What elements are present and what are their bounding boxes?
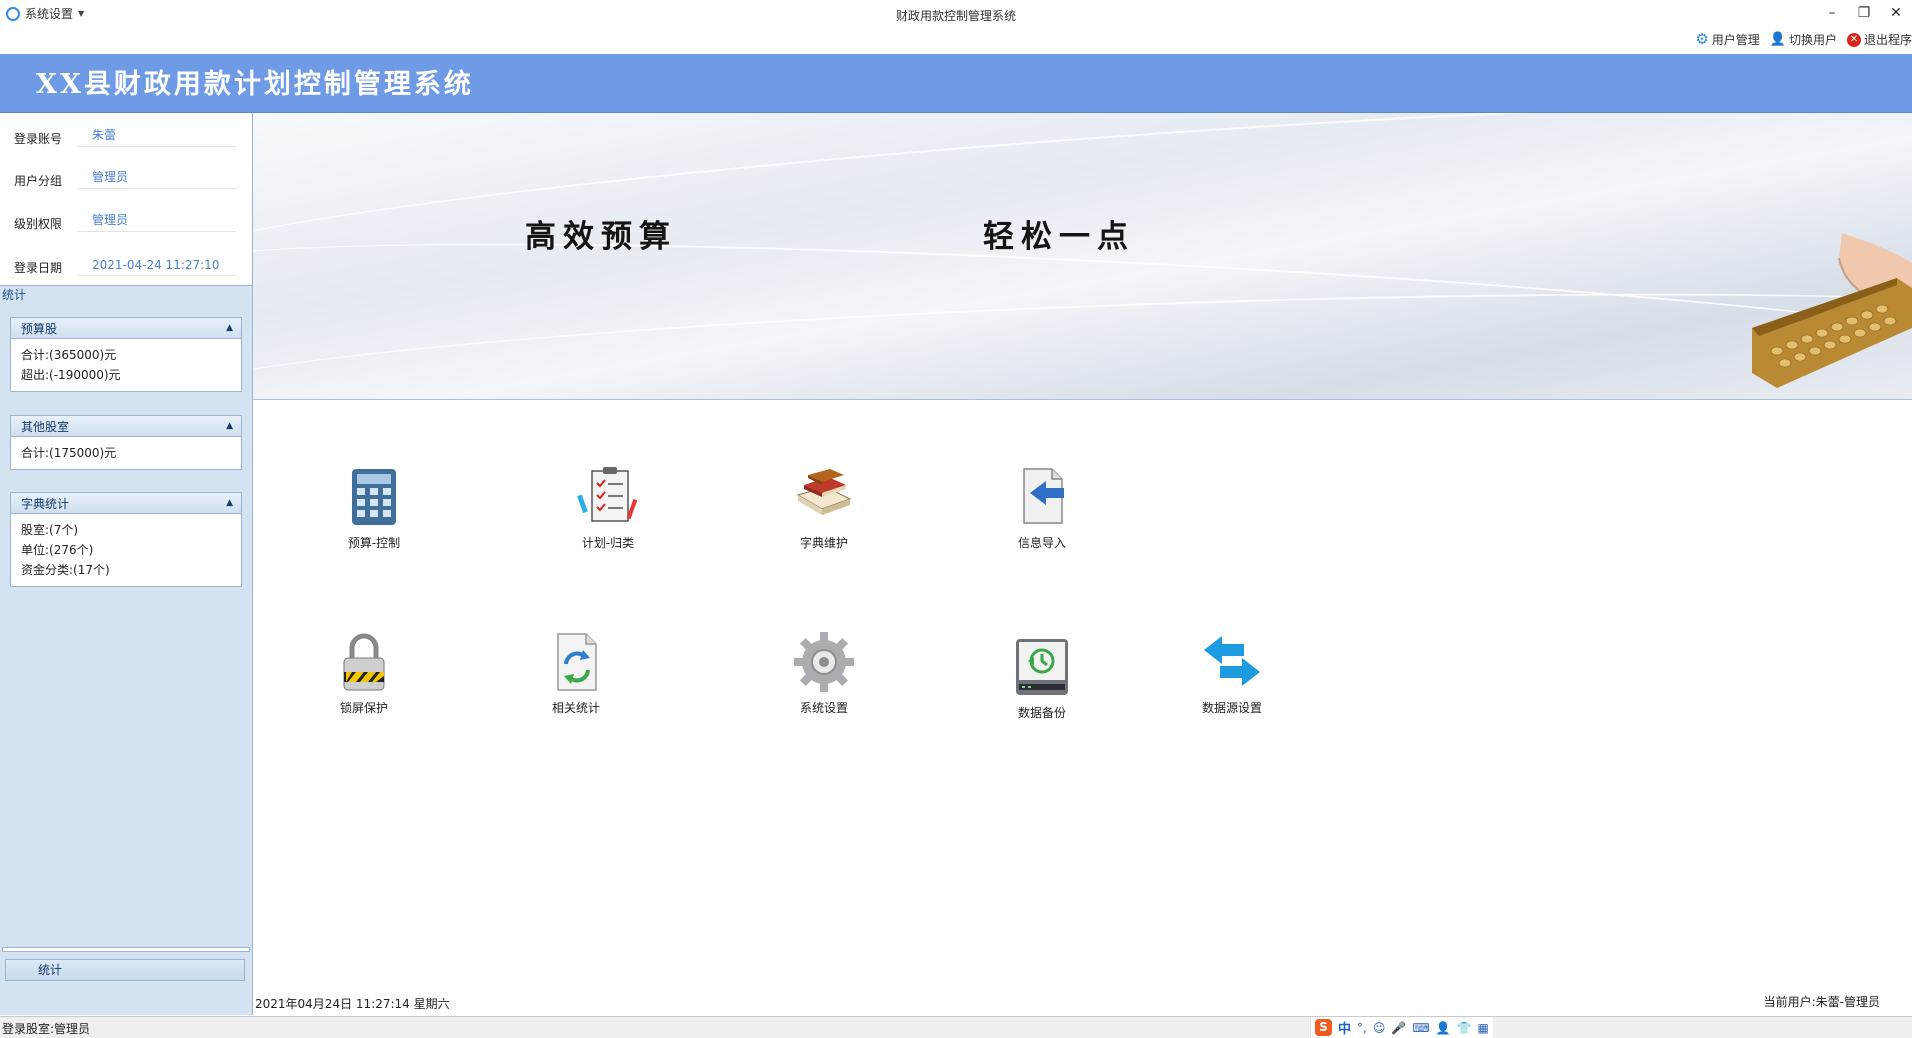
panel-divider: [2, 947, 250, 952]
stats-line: 合计:(175000)元: [21, 446, 117, 460]
account-row: 登录账号 朱蕾: [14, 119, 236, 147]
gear-icon: ⚙: [1695, 30, 1709, 48]
settings-gear-icon: [794, 632, 854, 692]
stats-line: 资金分类:(17个): [21, 563, 110, 577]
related-stats-tile[interactable]: 相关统计: [516, 630, 636, 716]
stats-group-budget: 预算股 ▲ 合计:(365000)元 超出:(-190000)元: [10, 317, 242, 392]
punctuation-icon[interactable]: °,: [1357, 1021, 1367, 1035]
stats-button[interactable]: 统计: [5, 959, 245, 981]
login-dept: 登录股室:管理员: [2, 1022, 91, 1036]
user-icon[interactable]: 👤: [1436, 1021, 1451, 1035]
minimize-button[interactable]: –: [1816, 0, 1848, 26]
level-value: 管理员: [78, 211, 236, 232]
top-links: ⚙ 用户管理 👤 切换用户 ✕ 退出程序: [1695, 31, 1912, 48]
login-date-row: 登录日期 2021-04-24 11:27:10: [14, 248, 236, 276]
collapse-icon[interactable]: ▲: [226, 498, 233, 508]
stats-group-header[interactable]: 字典统计 ▲: [11, 493, 241, 514]
level-label: 级别权限: [14, 217, 63, 231]
slogan-right: 轻松一点: [983, 219, 1135, 255]
app-title: XX县财政用款计划控制管理系统: [36, 69, 474, 100]
user-management-link[interactable]: ⚙ 用户管理: [1695, 31, 1759, 48]
title-bar: 系统设置 ▼ 财政用款控制管理系统 – ❐ ✕: [0, 0, 1912, 28]
stats-tab[interactable]: 统计: [0, 286, 26, 303]
calculator-icon: [352, 469, 396, 525]
collapse-icon[interactable]: ▲: [226, 323, 233, 333]
close-button[interactable]: ✕: [1880, 0, 1912, 26]
datasource-settings-tile[interactable]: 数据源设置: [1172, 630, 1292, 716]
stats-group-other-dept: 其他股室 ▲ 合计:(175000)元: [10, 415, 242, 470]
data-backup-tile[interactable]: 数据备份: [982, 635, 1102, 721]
import-document-icon: [1023, 468, 1064, 524]
account-value: 朱蕾: [78, 126, 236, 147]
user-info-panel: 登录账号 朱蕾 用户分组 管理员 级别权限 管理员 登录日期 2021-04-2…: [0, 113, 252, 286]
budget-control-label: 预算-控制: [347, 536, 401, 550]
slogan-left: 高效预算: [525, 219, 677, 255]
abacus-hand-icon: [1752, 233, 1912, 388]
data-backup-label: 数据备份: [1017, 706, 1066, 720]
stats-group-title: 其他股室: [21, 419, 70, 434]
current-user: 当前用户:朱蕾-管理员: [1763, 995, 1880, 1009]
login-date-label: 登录日期: [14, 261, 63, 275]
microphone-icon[interactable]: 🎤: [1391, 1021, 1406, 1035]
exit-program-label: 退出程序: [1863, 33, 1912, 47]
stats-group-dictionary: 字典统计 ▲ 股室:(7个) 单位:(276个) 资金分类:(17个): [10, 492, 242, 587]
grid-menu-icon[interactable]: ▦: [1478, 1021, 1489, 1035]
stats-line: 超出:(-190000)元: [21, 368, 121, 382]
switch-user-link[interactable]: 👤 切换用户: [1770, 31, 1837, 48]
stats-group-title: 字典统计: [21, 496, 70, 511]
sogou-ime-icon[interactable]: S: [1315, 1019, 1332, 1036]
system-settings-tile[interactable]: 系统设置: [764, 630, 884, 716]
info-import-tile[interactable]: 信息导入: [982, 465, 1102, 551]
stats-line: 合计:(365000)元: [21, 348, 117, 362]
lock-screen-label: 锁屏保护: [339, 701, 388, 715]
restore-button[interactable]: ❐: [1848, 0, 1880, 26]
current-datetime: 2021年04月24日 11:27:14 星期六: [255, 997, 450, 1011]
group-row: 用户分组 管理员: [14, 161, 236, 189]
group-value: 管理员: [78, 168, 236, 189]
login-date-value: 2021-04-24 11:27:10: [78, 258, 236, 276]
left-panel: 登录账号 朱蕾 用户分组 管理员 级别权限 管理员 登录日期 2021-04-2…: [0, 113, 253, 1015]
checklist-icon: [577, 467, 638, 522]
related-stats-label: 相关统计: [551, 701, 600, 715]
ime-toolbar: S 中 °, ☺ 🎤 ⌨ 👤 👕 ▦: [1310, 1017, 1493, 1038]
datasource-settings-label: 数据源设置: [1201, 701, 1262, 715]
info-import-label: 信息导入: [1017, 536, 1066, 550]
user-icon: 👤: [1769, 32, 1786, 47]
skin-icon[interactable]: 👕: [1457, 1021, 1472, 1035]
books-icon: [796, 469, 852, 515]
exit-icon: ✕: [1846, 32, 1861, 47]
window-title: 财政用款控制管理系统: [895, 9, 1016, 23]
dict-maintain-tile[interactable]: 字典维护: [764, 465, 884, 551]
stats-group-header[interactable]: 预算股 ▲: [11, 318, 241, 339]
refresh-document-icon: [557, 633, 597, 691]
emoji-icon[interactable]: ☺: [1373, 1021, 1386, 1035]
stats-line: 单位:(276个): [21, 543, 94, 557]
stats-group-title: 预算股: [21, 321, 58, 336]
stats-group-header[interactable]: 其他股室 ▲: [11, 416, 241, 437]
budget-control-tile[interactable]: 预算-控制: [314, 465, 434, 551]
header-banner: XX县财政用款计划控制管理系统: [0, 54, 1912, 113]
group-label: 用户分组: [14, 174, 63, 188]
level-row: 级别权限 管理员: [14, 204, 236, 232]
system-settings-label: 系统设置: [799, 701, 848, 715]
user-management-label: 用户管理: [1711, 33, 1760, 47]
stats-line: 股室:(7个): [21, 523, 79, 537]
exit-program-link[interactable]: ✕ 退出程序: [1846, 31, 1912, 48]
plan-classify-tile[interactable]: 计划-归类: [548, 465, 668, 551]
banner-image: 高效预算 轻松一点: [253, 113, 1912, 400]
lock-screen-tile[interactable]: 锁屏保护: [304, 630, 424, 716]
plan-classify-label: 计划-归类: [581, 536, 635, 550]
keyboard-icon[interactable]: ⌨: [1412, 1021, 1429, 1035]
padlock-icon: [343, 633, 385, 691]
backup-drive-icon: [1016, 639, 1068, 695]
switch-user-label: 切换用户: [1788, 33, 1837, 47]
dict-maintain-label: 字典维护: [799, 536, 848, 550]
account-label: 登录账号: [14, 132, 63, 146]
swap-arrows-icon: [1204, 636, 1260, 686]
collapse-icon[interactable]: ▲: [226, 421, 233, 431]
status-bar: 登录股室:管理员 S 中 °, ☺ 🎤 ⌨ 👤 👕 ▦: [0, 1016, 1912, 1038]
ime-mode[interactable]: 中: [1338, 1018, 1351, 1037]
